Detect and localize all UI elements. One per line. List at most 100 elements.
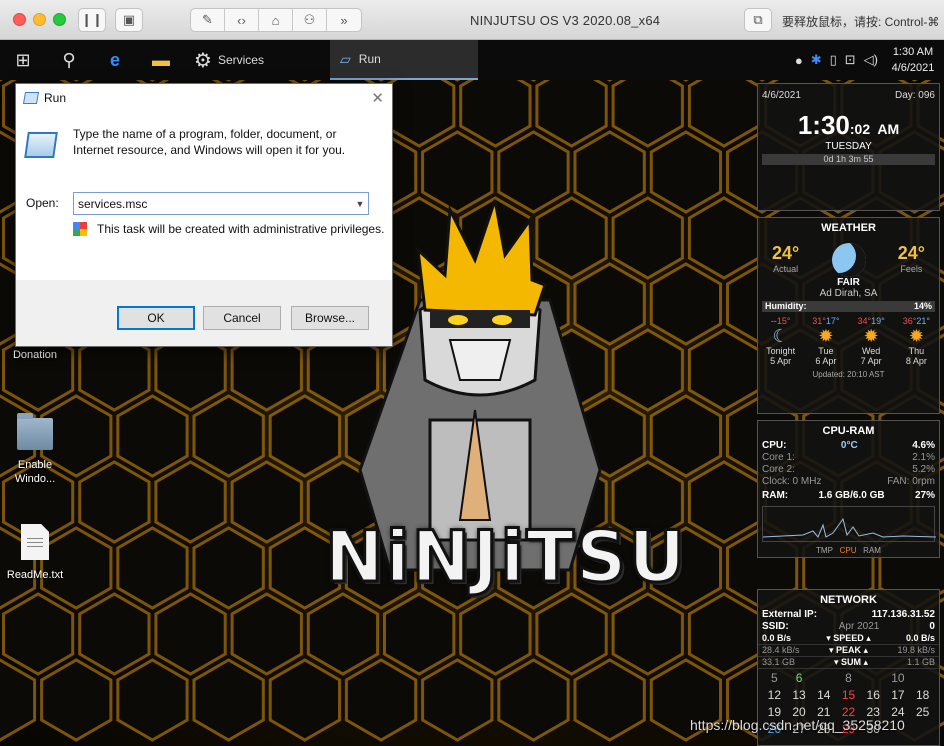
edge-browser-icon[interactable]: e	[92, 40, 138, 80]
actual-temp: 24° Actual	[772, 243, 800, 274]
weather-updated: Updated: 20:10 AST	[812, 370, 885, 379]
day-of-year: Day: 096	[894, 90, 935, 101]
run-dialog-title: Run	[44, 91, 67, 105]
text-file-icon	[21, 524, 49, 560]
close-icon[interactable]: ✕	[371, 89, 384, 107]
run-description: Type the name of a program, folder, docu…	[73, 127, 346, 157]
ssid-row: SSID: Apr 2021 0	[762, 621, 935, 632]
run-dialog: Run ✕ Type the name of a program, folder…	[15, 83, 393, 347]
desktop-icon-label: ReadMe.txt	[6, 569, 64, 581]
user-lock-icon[interactable]: ⚇	[293, 9, 327, 31]
droplet-icon[interactable]: ●	[795, 53, 803, 68]
sum-row: 33.1 GB ▾ SUM ▴ 1.1 GB	[758, 657, 939, 669]
chevron-down-icon[interactable]: ▼	[352, 193, 368, 214]
weather-condition: FAIR	[831, 243, 866, 288]
admin-note-text: This task will be created with administr…	[97, 222, 385, 236]
open-label: Open:	[26, 196, 59, 210]
minimize-window-button[interactable]	[33, 13, 46, 26]
forecast-list: --15° ☾ Tonight 5 Apr 31°17° ✹ Tue 6 Apr 3…	[758, 316, 939, 366]
open-input-value: services.msc	[78, 196, 148, 211]
browse-button[interactable]: Browse...	[291, 306, 369, 330]
host-window-title: NINJUTSU OS V3 2020.08_x64	[470, 13, 661, 28]
uptime: 0d 1h 3m 55	[762, 154, 935, 165]
wrench-icon[interactable]: ✎	[191, 9, 225, 31]
sun-icon: ✹	[818, 326, 834, 346]
clock-fan-row: Clock: 0 MHz FAN: 0rpm	[762, 476, 935, 487]
usb-icon[interactable]: ▯	[830, 52, 837, 68]
desktop-icon-label: Donation	[12, 349, 58, 361]
csdn-watermark: https://blog.csdn.net/qq_35258210	[690, 717, 905, 733]
snapshot-icon[interactable]: ▣	[115, 8, 143, 32]
forecast-item: 36°21° ✹ Thu 8 Apr	[894, 316, 938, 366]
external-ip-row: External IP: 117.136.31.52	[762, 609, 935, 620]
core2-row: Core 2: 5.2%	[762, 464, 935, 475]
widget-date: 4/6/2021	[762, 90, 801, 101]
weekday: TUESDAY	[825, 141, 872, 152]
weather-title: WEATHER	[821, 222, 876, 234]
run-app-icon: ▱	[340, 50, 351, 67]
weather-widget: WEATHER 24° Actual FAIR 24° Feels Ad Dirah…	[757, 217, 940, 414]
taskbar-clock[interactable]: 1:30 AM 4/6/2021	[882, 44, 944, 76]
taskbar-run-label: Run	[358, 52, 381, 66]
taskbar-services-label: Services	[217, 53, 264, 67]
desktop-icon-enable-windows[interactable]: Enable Windo...	[0, 413, 70, 486]
cancel-button[interactable]: Cancel	[203, 306, 281, 330]
vm-toolbar-group: ✎ ‹› ⌂ ⚇ »	[190, 8, 362, 32]
bluetooth-icon[interactable]: ✱	[811, 52, 822, 68]
admin-privileges-note: This task will be created with administr…	[73, 222, 384, 236]
clock-widget: 4/6/2021 Day: 096 1:30:02 AM TUESDAY 0d …	[757, 83, 940, 211]
moon-icon: ☾	[772, 326, 789, 346]
mouse-release-hint: 要释放鼠标，请按: Control-⌘	[782, 15, 940, 29]
forecast-item: --15° ☾ Tonight 5 Apr	[759, 316, 803, 366]
taskbar: ⊞ ⚲ e ▬ ⚙ Services ▱ Run ● ✱ ▯ ⊡ ◁) 1:30…	[0, 40, 944, 80]
ok-button[interactable]: OK	[117, 306, 195, 330]
taskbar-date: 4/6/2021	[891, 62, 935, 74]
admin-shield-icon	[73, 222, 87, 236]
network-icon[interactable]: ⊡	[845, 52, 856, 68]
forecast-item: 31°17° ✹ Tue 6 Apr	[804, 316, 848, 366]
cpu-ram-title: CPU-RAM	[822, 425, 875, 437]
file-explorer-icon[interactable]: ▬	[138, 40, 184, 80]
weather-location: Ad Dirah, SA	[819, 288, 878, 299]
humidity-bar: Humidity: 14%	[762, 301, 935, 312]
taskbar-time: 1:30 AM	[892, 46, 934, 58]
close-window-button[interactable]	[13, 13, 26, 26]
feels-temp: 24° Feels	[897, 243, 925, 274]
sun-icon: ✹	[908, 326, 924, 346]
widget-time: 1:30:02 AM	[797, 110, 900, 140]
run-icon	[22, 92, 40, 104]
network-title: NETWORK	[820, 594, 877, 606]
guest-desktop: NiNJiTSU ⊞ ⚲ e ▬ ⚙ Services ▱ Run ● ✱ ▯ …	[0, 40, 944, 746]
ninjitsu-logo-text: NiNJiTSU	[323, 515, 688, 600]
sun-icon: ✹	[863, 326, 879, 346]
start-windows-icon[interactable]: ⊞	[0, 40, 46, 80]
run-dialog-titlebar[interactable]: Run ✕	[16, 84, 392, 112]
cpu-graph-line	[762, 517, 937, 538]
pause-vm-icon[interactable]: ❙❙	[78, 8, 106, 32]
folder-icon	[17, 413, 53, 450]
speed-row: 0.0 B/s ▾ SPEED ▴ 0.0 B/s	[758, 633, 939, 645]
disk-icon[interactable]: ⌂	[259, 9, 293, 31]
ram-row: RAM: 1.6 GB/6.0 GB 27%	[762, 490, 935, 501]
fullscreen-icon[interactable]: ⧉	[744, 8, 772, 32]
cpu-ram-widget: CPU-RAM CPU: 0°C 4.6% Core 1: 2.1% Core 2: 5…	[757, 420, 940, 558]
volume-icon[interactable]: ◁)	[864, 52, 878, 68]
taskbar-services[interactable]: ⚙ Services	[184, 40, 274, 80]
moon-cloud-icon	[831, 243, 866, 277]
network-arrows-icon[interactable]: ‹›	[225, 9, 259, 31]
desktop-icon-readme[interactable]: ReadMe.txt	[0, 524, 70, 582]
maximize-window-button[interactable]	[53, 13, 66, 26]
forecast-item: 34°19° ✹ Wed 7 Apr	[849, 316, 893, 366]
forward-icon[interactable]: »	[327, 9, 361, 31]
run-dialog-body: Type the name of a program, folder, docu…	[16, 112, 392, 280]
graph-legend: TMP CPU RAM	[816, 546, 881, 555]
host-window-titlebar: ❙❙ ▣ ✎ ‹› ⌂ ⚇ » NINJUTSU OS V3 2020.08_x…	[0, 0, 944, 40]
taskbar-run[interactable]: ▱ Run	[330, 40, 478, 80]
cpu-graph	[762, 506, 937, 542]
open-combobox[interactable]: services.msc ▼	[73, 192, 369, 215]
gear-icon: ⚙	[194, 49, 212, 72]
search-icon[interactable]: ⚲	[46, 40, 92, 80]
peak-row: 28.4 kB/s ▾ PEAK ▴ 19.8 kB/s	[758, 645, 939, 657]
cpu-row: CPU: 0°C 4.6%	[762, 440, 935, 451]
run-large-icon	[24, 132, 58, 158]
